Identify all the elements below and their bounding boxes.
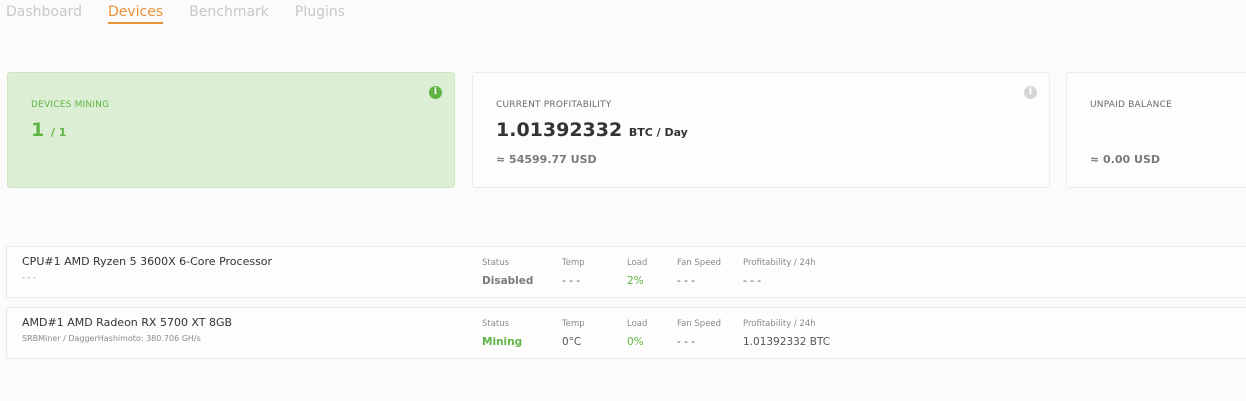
device-status: Mining — [482, 336, 523, 348]
device-status-col: Status Disabled — [482, 258, 533, 287]
status-label: Status — [482, 258, 510, 268]
info-icon[interactable]: i — [1024, 86, 1037, 99]
device-load-col: Load 0% — [627, 319, 647, 348]
device-row-gpu[interactable]: AMD#1 AMD Radeon RX 5700 XT 8GB SRBMiner… — [6, 307, 1246, 359]
status-label: Status — [482, 319, 510, 329]
devices-mining-active: 1 — [31, 119, 45, 141]
device-temp-col: Temp 0°C — [562, 319, 585, 348]
device-status: Disabled — [482, 275, 534, 287]
device-temp: 0°C — [562, 336, 582, 348]
load-label: Load — [627, 319, 648, 329]
device-temp: - - - — [562, 275, 581, 287]
devices-mining-card: DEVICES MINING i 1 / 1 — [7, 72, 455, 188]
device-load: 0% — [627, 336, 644, 348]
tab-dashboard[interactable]: Dashboard — [6, 0, 82, 24]
load-label: Load — [627, 258, 648, 268]
device-row-cpu[interactable]: CPU#1 AMD Ryzen 5 3600X 6-Core Processor… — [6, 246, 1246, 298]
profitability-card: CURRENT PROFITABILITY i 1.01392332 BTC /… — [472, 72, 1050, 188]
profitability-label: Profitability / 24h — [743, 319, 816, 329]
device-name: CPU#1 AMD Ryzen 5 3600X 6-Core Processor — [22, 255, 273, 268]
devices-mining-count: 1 / 1 — [31, 119, 66, 141]
unpaid-balance-usd: ≈ 0.00 USD — [1090, 153, 1161, 166]
info-icon[interactable]: i — [429, 86, 442, 99]
device-temp-col: Temp - - - — [562, 258, 585, 287]
temp-label: Temp — [562, 258, 585, 268]
device-fan-col: Fan Speed - - - — [677, 258, 721, 287]
device-profit-col: Profitability / 24h - - - — [743, 258, 816, 287]
device-name: AMD#1 AMD Radeon RX 5700 XT 8GB — [22, 316, 233, 329]
device-status-col: Status Mining — [482, 319, 522, 348]
device-load: 2% — [627, 275, 644, 287]
device-algorithm: SRBMiner / DaggerHashimoto: 380.706 GH/s — [22, 334, 201, 343]
device-load-col: Load 2% — [627, 258, 647, 287]
profitability-title: CURRENT PROFITABILITY — [496, 100, 612, 110]
device-fan-speed: - - - — [677, 275, 696, 287]
device-profit-col: Profitability / 24h 1.01392332 BTC — [743, 319, 830, 348]
tab-benchmark[interactable]: Benchmark — [189, 0, 269, 24]
profitability-amount: 1.01392332 — [496, 119, 623, 141]
device-fan-speed: - - - — [677, 336, 696, 348]
temp-label: Temp — [562, 319, 585, 329]
profitability-value: 1.01392332 BTC / Day — [496, 119, 688, 141]
profitability-unit: BTC / Day — [628, 126, 688, 139]
tab-plugins[interactable]: Plugins — [295, 0, 345, 24]
profitability-usd: ≈ 54599.77 USD — [496, 153, 597, 166]
nav-tabs: Dashboard Devices Benchmark Plugins — [6, 0, 371, 30]
unpaid-balance-card: UNPAID BALANCE ≈ 0.00 USD — [1066, 72, 1246, 188]
device-algorithm: - - - — [22, 273, 36, 282]
devices-mining-total: / 1 — [50, 126, 67, 139]
device-fan-col: Fan Speed - - - — [677, 319, 721, 348]
devices-mining-title: DEVICES MINING — [31, 100, 110, 110]
tab-devices[interactable]: Devices — [107, 0, 164, 24]
device-profitability: 1.01392332 BTC — [743, 336, 831, 348]
fan-speed-label: Fan Speed — [677, 258, 722, 268]
fan-speed-label: Fan Speed — [677, 319, 722, 329]
unpaid-balance-title: UNPAID BALANCE — [1090, 100, 1172, 110]
device-profitability: - - - — [743, 275, 762, 287]
profitability-label: Profitability / 24h — [743, 258, 816, 268]
